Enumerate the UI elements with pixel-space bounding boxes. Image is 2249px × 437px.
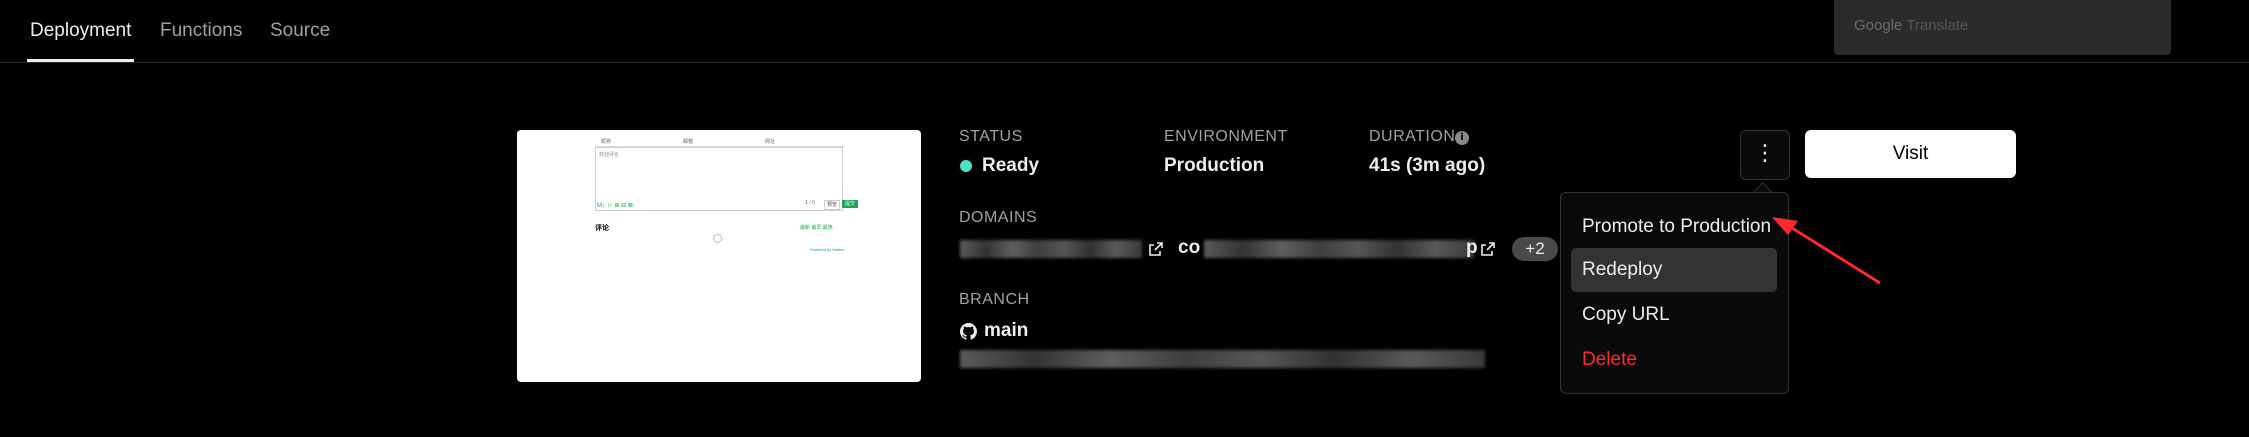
menu-item-copy-url[interactable]: Copy URL — [1571, 293, 1777, 337]
preview-submit-button: 提交 — [842, 200, 859, 208]
tab-functions[interactable]: Functions — [160, 20, 242, 42]
status-dot-icon — [960, 160, 972, 172]
deployment-preview[interactable]: 昵称 邮箱 网址 欢迎评论 M↓ ☺ ⊞ ⊟ ⊠ 1 / 0 预览 提交 评论 … — [517, 130, 921, 382]
environment-label: Environment — [1164, 128, 1288, 145]
google-translate-panel[interactable]: Google Translate — [1834, 0, 2171, 55]
info-icon[interactable]: i — [1455, 131, 1469, 145]
preview-footer: Powered by Waline — [810, 247, 845, 252]
status-value: Ready — [982, 155, 1040, 176]
preview-preview-button: 预览 — [824, 200, 841, 210]
menu-item-promote[interactable]: Promote to Production — [1571, 205, 1777, 249]
tab-deployment[interactable]: Deployment — [30, 20, 131, 42]
domains-label: Domains — [959, 209, 1038, 226]
external-link-icon[interactable] — [1148, 241, 1164, 257]
environment-value: Production — [1164, 155, 1265, 176]
preview-comment-header: 昵称 邮箱 网址 — [595, 138, 845, 147]
commit-message-redacted[interactable] — [960, 350, 1485, 368]
menu-item-redeploy[interactable]: Redeploy — [1571, 248, 1777, 292]
tab-source[interactable]: Source — [270, 20, 330, 42]
more-domains-badge[interactable]: +2 — [1512, 237, 1558, 261]
more-options-button[interactable]: ⋮ — [1740, 130, 1790, 180]
preview-sort-links: 最新 最早 最热 — [800, 225, 833, 231]
duration-value: 41s (3m ago) — [1369, 155, 1486, 176]
preview-btn: 1 / 0 — [805, 200, 815, 206]
active-tab-underline — [27, 59, 134, 62]
google-translate-logo: Google Translate — [1854, 17, 1968, 34]
options-menu: Promote to Production Redeploy Copy URL … — [1560, 192, 1789, 394]
preview-placeholder: 欢迎评论 — [599, 152, 620, 158]
github-icon — [960, 323, 977, 340]
google-logo-text: Google — [1854, 17, 1903, 34]
preview-loading-icon — [713, 234, 722, 243]
preview-col: 网址 — [765, 139, 776, 145]
duration-label: Duration — [1369, 128, 1456, 145]
preview-comment-title: 评论 — [595, 225, 609, 232]
status-label: Status — [959, 128, 1023, 145]
menu-item-delete[interactable]: Delete — [1571, 338, 1777, 382]
branch-label: Branch — [959, 291, 1030, 308]
external-link-icon[interactable] — [1480, 241, 1496, 257]
preview-toolbar: M↓ ☺ ⊞ ⊟ ⊠ — [597, 203, 633, 209]
preview-col: 邮箱 — [683, 139, 694, 145]
preview-col: 昵称 — [601, 139, 612, 145]
domain-link-prefix[interactable]: co — [1178, 237, 1200, 259]
domain-link-redacted[interactable] — [960, 240, 1142, 258]
domain-link-suffix[interactable]: p — [1466, 237, 1478, 259]
visit-button[interactable]: Visit — [1805, 130, 2016, 178]
domain-link-redacted[interactable] — [1204, 240, 1474, 258]
annotation-arrow-icon — [1772, 217, 1881, 285]
branch-value[interactable]: main — [984, 320, 1028, 342]
translate-logo-text: Translate — [1906, 17, 1969, 34]
